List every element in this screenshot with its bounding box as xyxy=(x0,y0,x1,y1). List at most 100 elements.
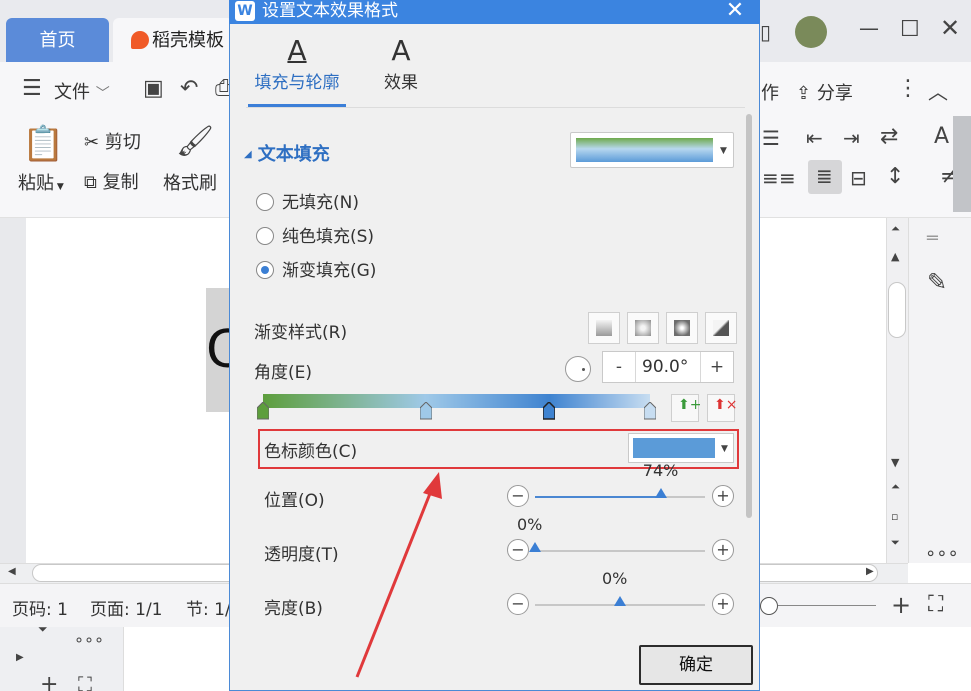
tab-effects[interactable]: A 效果 xyxy=(370,34,432,93)
zoom-in-icon-2[interactable]: + xyxy=(40,672,58,691)
gradient-style-linear[interactable] xyxy=(588,312,620,344)
save-icon[interactable]: ▣ xyxy=(143,76,164,101)
zoom-in-icon[interactable]: + xyxy=(891,591,911,619)
scroll-right-icon-2[interactable]: ▶ xyxy=(16,652,24,663)
slider-knob[interactable] xyxy=(614,596,626,606)
transparency-slider[interactable]: − 0% + xyxy=(507,515,735,563)
next-page-icon[interactable]: ⏷ xyxy=(891,536,900,550)
tab-home[interactable]: 首页 xyxy=(6,18,109,62)
format-painter-icon[interactable]: 🖌 xyxy=(176,124,214,159)
transparency-increase-button[interactable]: + xyxy=(712,539,734,561)
text-style-icon[interactable]: A xyxy=(934,124,949,149)
dialog-scrollbar[interactable] xyxy=(744,114,754,518)
more-vertical-icon[interactable]: ⋮ xyxy=(897,76,919,101)
bullets-icon[interactable]: ☰ xyxy=(762,126,780,150)
radio-gradient-fill[interactable]: 渐变填充(G) xyxy=(256,256,376,281)
fit-window-icon[interactable]: ⛶ xyxy=(928,592,943,617)
gradient-stop[interactable] xyxy=(419,402,432,420)
angle-stepper[interactable]: - 90.0° + xyxy=(602,351,734,383)
add-stop-button[interactable]: ⬆+ xyxy=(671,394,701,422)
radio-solid-fill[interactable]: 纯色填充(S) xyxy=(256,222,374,247)
file-menu[interactable]: 文件 ﹀ xyxy=(54,78,110,104)
position-decrease-button[interactable]: − xyxy=(507,485,529,507)
copy-button[interactable]: ⧉ 复制 xyxy=(84,168,139,194)
share-button[interactable]: ⇪ 分享 xyxy=(796,79,853,105)
status-page[interactable]: 页面: 1/1 xyxy=(90,595,163,620)
partial-menu-label[interactable]: 作 xyxy=(761,79,779,105)
gradient-stop[interactable] xyxy=(257,402,269,420)
zoom-slider-track[interactable] xyxy=(778,605,876,606)
gradient-style-rectangular[interactable] xyxy=(666,312,698,344)
status-section[interactable]: 节: 1/ xyxy=(186,595,231,620)
ok-button[interactable]: 确定 xyxy=(639,645,753,685)
select-browse-icon[interactable]: ▫ xyxy=(891,510,898,523)
gradient-stop[interactable] xyxy=(644,402,656,420)
radio-gradient-fill-label: 渐变填充(G) xyxy=(282,261,377,281)
align-right-icon[interactable]: ≡ xyxy=(779,166,796,190)
paste-icon[interactable]: 📋 xyxy=(22,124,64,164)
scroll-right-icon[interactable]: ▶ xyxy=(866,566,874,577)
grid-icon[interactable]: ▯ xyxy=(760,20,771,44)
paste-button[interactable]: 粘贴 ▼ xyxy=(18,169,64,195)
slider-knob[interactable] xyxy=(529,542,541,552)
undo-icon[interactable]: ↶ xyxy=(180,76,198,101)
cut-button[interactable]: ✂ 剪切 xyxy=(84,128,141,154)
prev-page-icon[interactable]: ⏶ xyxy=(891,480,900,494)
stop-color-dropdown[interactable]: ▼ xyxy=(628,433,734,463)
fit-window-icon-2[interactable]: ⛶ xyxy=(78,672,92,691)
gradient-style-radial[interactable] xyxy=(627,312,659,344)
angle-increase-button[interactable]: + xyxy=(701,357,733,377)
gradient-style-path[interactable] xyxy=(705,312,737,344)
menu-icon[interactable]: ☰ xyxy=(22,76,42,101)
vertical-scroll-thumb[interactable] xyxy=(888,282,906,338)
gradient-bar[interactable] xyxy=(263,394,650,408)
fill-preview-dropdown[interactable]: ▼ xyxy=(570,132,734,168)
tab-effects-label: 效果 xyxy=(384,73,418,93)
radial-gradient-icon xyxy=(635,320,651,336)
scroll-down-icon[interactable]: ▼ xyxy=(891,456,899,469)
status-page-code[interactable]: 页码: 1 xyxy=(12,595,68,620)
decrease-indent-icon[interactable]: ⇤ xyxy=(806,126,823,150)
scroll-top-icon[interactable]: ⏶ xyxy=(891,222,900,236)
scroll-left-icon[interactable]: ◀ xyxy=(8,566,16,577)
next-page-icon-2[interactable]: ⏷ xyxy=(38,622,48,637)
justify-button[interactable]: ≣ xyxy=(808,160,842,194)
format-painter-button[interactable]: 格式刷 xyxy=(163,169,217,195)
edit-pen-icon[interactable]: ✎ xyxy=(927,268,947,296)
radio-no-fill[interactable]: 无填充(N) xyxy=(256,188,359,213)
position-value: 74% xyxy=(642,461,679,480)
slider-knob[interactable] xyxy=(654,488,667,498)
tab-templates[interactable]: 稻壳模板 xyxy=(113,18,233,62)
zoom-slider-knob[interactable] xyxy=(760,597,778,615)
text-fill-section[interactable]: ◢ 文本填充 xyxy=(244,140,330,166)
gradient-stop[interactable] xyxy=(543,402,556,420)
dialog-scroll-thumb[interactable] xyxy=(746,114,752,518)
brightness-increase-button[interactable]: + xyxy=(712,593,734,615)
angle-value-input[interactable]: 90.0° xyxy=(635,352,701,382)
tab-fill-outline[interactable]: A 填充与轮廓 xyxy=(248,34,346,93)
minimize-icon[interactable]: — xyxy=(859,16,879,40)
more-horizontal-icon[interactable]: ∘∘∘ xyxy=(925,543,959,564)
maximize-icon[interactable]: ☐ xyxy=(900,17,920,42)
text-direction-icon[interactable]: ⇄ xyxy=(880,124,898,149)
brightness-slider[interactable]: − 0% + xyxy=(507,569,735,617)
brightness-decrease-button[interactable]: − xyxy=(507,593,529,615)
position-increase-button[interactable]: + xyxy=(712,485,734,507)
angle-decrease-button[interactable]: - xyxy=(603,357,635,377)
increase-indent-icon[interactable]: ⇥ xyxy=(843,126,860,150)
close-window-icon[interactable]: ✕ xyxy=(940,14,960,42)
position-slider[interactable]: − 74% + xyxy=(507,461,735,509)
ribbon-scroll-right[interactable] xyxy=(953,116,971,212)
angle-dial-icon[interactable] xyxy=(565,356,591,382)
delete-stop-button[interactable]: ⬆× xyxy=(707,394,737,422)
transparency-decrease-button[interactable]: − xyxy=(507,539,529,561)
collapse-ribbon-icon[interactable]: ︿ xyxy=(928,76,948,105)
dialog-close-icon[interactable]: ✕ xyxy=(722,0,748,24)
line-spacing-icon[interactable]: ↕ xyxy=(886,164,904,189)
more-horizontal-icon-2[interactable]: ∘∘∘ xyxy=(74,630,104,649)
align-center-icon[interactable]: ≡ xyxy=(762,166,779,190)
radio-circle xyxy=(256,193,274,211)
avatar[interactable] xyxy=(795,16,827,48)
distribute-icon[interactable]: ⊟ xyxy=(850,166,867,190)
scroll-up-icon[interactable]: ▲ xyxy=(891,250,899,263)
